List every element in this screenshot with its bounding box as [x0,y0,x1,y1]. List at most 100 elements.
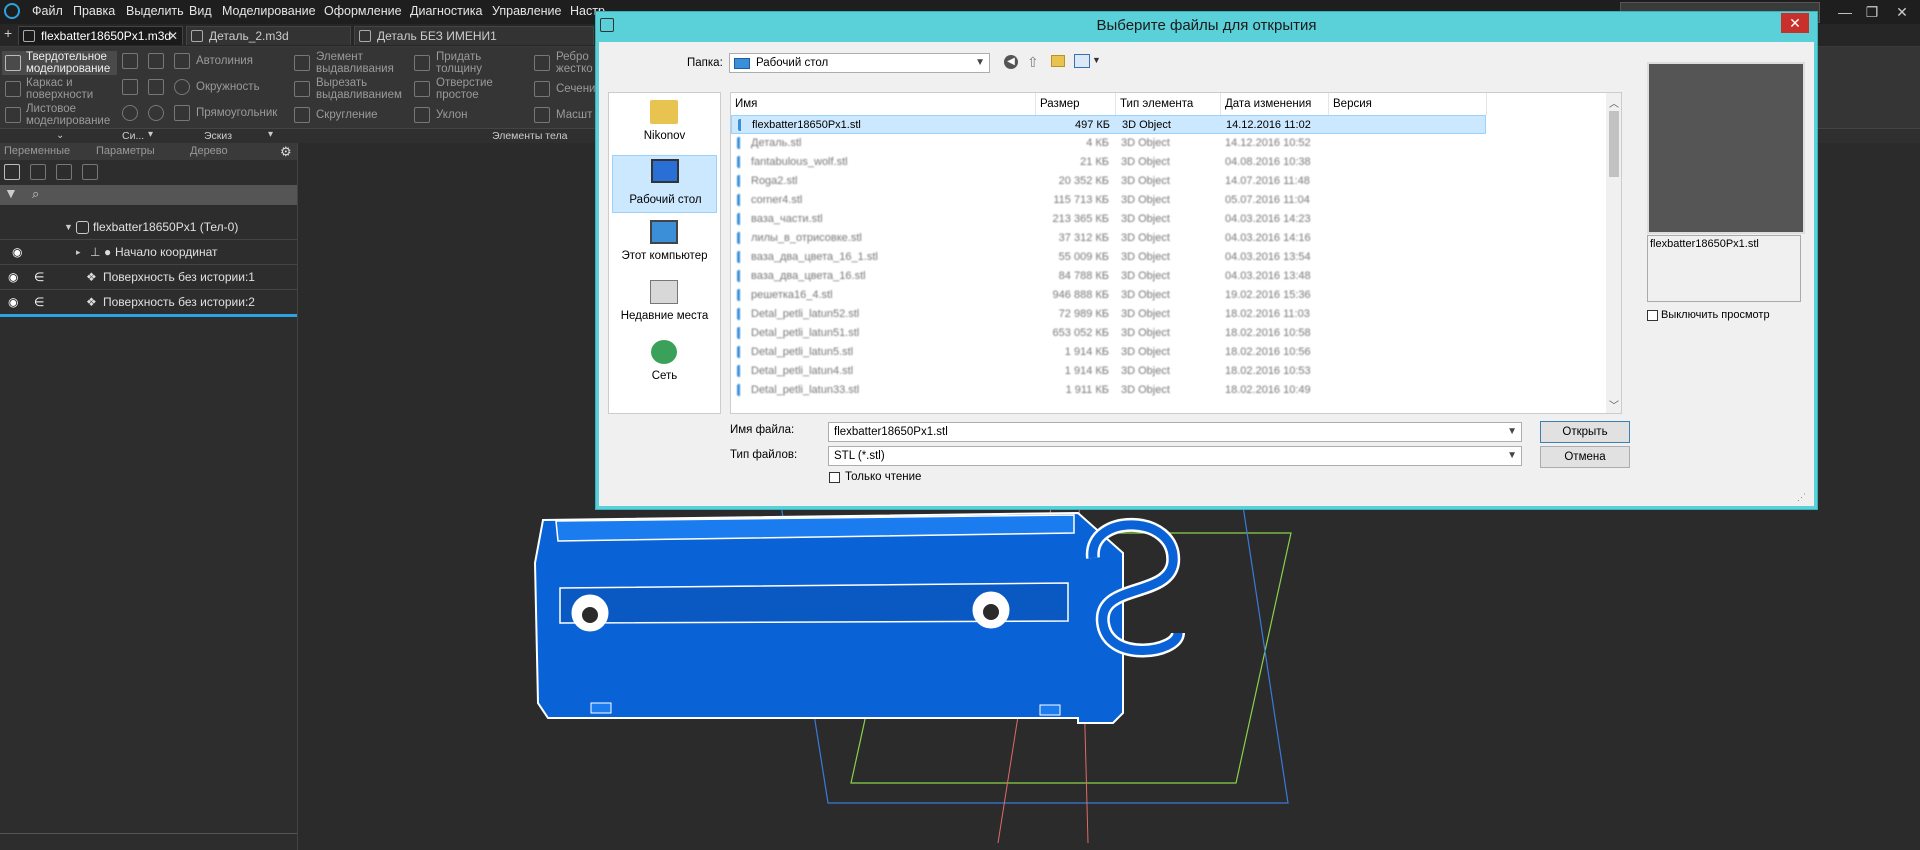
file-row[interactable]: Detal_petli_latun52.stl 72 989 КБ 3D Objec… [731,305,1486,324]
tree-root-row[interactable]: ▼ flexbatter18650Px1 (Тел-0) [0,215,297,240]
file-row[interactable]: corner4.stl 115 713 КБ 3D Object 05.07.2016… [731,191,1486,210]
section-button[interactable]: Сечени [534,77,595,101]
copy-icon[interactable] [148,79,164,95]
include-icon[interactable]: ∈ [34,265,44,289]
mode-solid[interactable]: Твердотельное моделирование [2,51,117,75]
close-app-button[interactable]: ✕ [1885,2,1919,22]
file-row[interactable]: ваза_части.stl 213 365 КБ 3D Object 04.03.2… [731,210,1486,229]
scrollbar-thumb[interactable] [1609,111,1619,177]
file-row[interactable]: Detal_petli_latun4.stl 1 914 КБ 3D Object 1… [731,362,1486,381]
structure-icon[interactable] [30,164,46,180]
place-desktop[interactable]: Рабочий стол [612,155,717,213]
filter-icon[interactable]: ▼ [4,185,18,201]
tab-tree[interactable]: Дерево [190,145,228,157]
undo-icon[interactable] [122,105,138,121]
file-row[interactable]: Detal_petli_latun51.stl 653 052 КБ 3D Obje… [731,324,1486,343]
column-version[interactable]: Версия [1329,93,1487,115]
column-size[interactable]: Размер [1036,93,1116,115]
scroll-down-icon[interactable]: ﹀ [1609,397,1619,412]
menu-modeling[interactable]: Моделирование [222,4,316,18]
eye-icon[interactable]: ◉ [8,290,18,314]
filename-input[interactable]: flexbatter18650Px1.stl ▼ [828,422,1522,442]
back-icon[interactable]: ◀ [1004,55,1018,69]
group-dropdown-icon[interactable]: ▾ [148,129,153,140]
place-nikonov[interactable]: Nikonov [612,97,717,149]
file-row[interactable]: лилы_в_отрисовке.stl 37 312 КБ 3D Object 04… [731,229,1486,248]
file-row[interactable]: flexbatter18650Px1.stl 497 КБ 3D Object 14.… [731,115,1486,134]
cancel-button[interactable]: Отмена [1540,446,1630,468]
tree-origin-row[interactable]: ◉ ▸ ⊥ ● Начало координат [0,240,297,265]
file-row[interactable]: Деталь.stl 4 КБ 3D Object 14.12.2016 10:52 [731,134,1486,153]
column-name[interactable]: Имя [731,93,1036,115]
file-row[interactable]: Detal_petli_latun5.stl 1 914 КБ 3D Object 1… [731,343,1486,362]
folder-select[interactable]: Рабочий стол ▼ [729,53,990,73]
file-row[interactable]: ваза_два_цвета_16.stl 84 788 КБ 3D Object 0… [731,267,1486,286]
cut-extrude-button[interactable]: Вырезать выдавливанием [294,77,406,101]
disable-preview-label[interactable]: Выключить просмотр [1661,309,1770,321]
new-file-icon[interactable] [122,53,138,69]
tab-parameters[interactable]: Параметры [96,145,155,157]
mode-wireframe[interactable]: Каркас и поверхности [2,77,117,101]
kompas-logo-icon[interactable] [4,3,20,19]
rectangle-button[interactable]: Прямоугольник [174,105,284,123]
scale-button[interactable]: Масшт [534,103,594,127]
hole-button[interactable]: Отверстие простое [414,77,524,101]
save-icon[interactable] [148,53,164,69]
menu-diagnostics[interactable]: Диагностика [410,4,482,18]
close-tab-icon[interactable]: ✕ [168,27,178,46]
tab-variables[interactable]: Переменные [4,145,70,157]
open-button[interactable]: Открыть [1540,421,1630,443]
add-tab-icon[interactable]: + [4,25,12,41]
group-label-sketch[interactable]: Эскиз [204,130,232,142]
restore-button[interactable]: ❐ [1855,2,1889,22]
circle-button[interactable]: Окружность [174,79,284,97]
draft-button[interactable]: Уклон [414,103,524,127]
view-menu-icon[interactable] [1074,54,1090,68]
redo-icon[interactable] [148,105,164,121]
collapse-icon[interactable]: ▼ [64,215,73,239]
search-icon[interactable]: ⌕ [32,186,39,202]
eye-icon[interactable]: ◉ [12,240,22,264]
new-folder-icon[interactable] [1051,55,1065,67]
column-date[interactable]: Дата изменения [1221,93,1329,115]
filetype-select[interactable]: STL (*.stl) ▼ [828,446,1522,466]
dialog-close-button[interactable]: ✕ [1781,13,1809,33]
eye-icon[interactable]: ◉ [8,265,18,289]
chevron-down-icon[interactable]: ▼ [1507,447,1517,465]
autoline-button[interactable]: Автолиния [174,53,284,71]
menu-manage[interactable]: Управление [492,4,562,18]
group-label-body[interactable]: Элементы тела [492,130,567,142]
readonly-checkbox[interactable] [829,472,840,483]
place-computer[interactable]: Этот компьютер [612,217,717,269]
fillet-button[interactable]: Скругление [294,103,406,127]
resize-grip-icon[interactable]: ⋰ [1797,492,1806,503]
expand-icon[interactable]: ▸ [76,240,81,264]
vertical-scrollbar[interactable]: ︿ ﹀ [1606,93,1621,413]
chevron-down-icon[interactable]: ▼ [1092,55,1101,65]
group-label-system[interactable]: Си... [122,130,144,142]
include-icon[interactable]: ∈ [34,290,44,314]
menu-view[interactable]: Вид [189,4,212,18]
group-dropdown-icon[interactable]: ▾ [268,129,273,140]
tree-surface1-row[interactable]: ◉ ∈ ❖ Поверхность без истории:1 [0,265,297,290]
column-type[interactable]: Тип элемента [1116,93,1221,115]
place-recent[interactable]: Недавние места [612,277,717,329]
file-row[interactable]: Roga2.stl 20 352 КБ 3D Object 14.07.2016 11… [731,172,1486,191]
chevron-down-icon[interactable]: ▼ [1507,423,1517,441]
extrude-button[interactable]: Элемент выдавливания [294,51,406,75]
file-row[interactable]: Detal_petli_latun33.stl 1 911 КБ 3D Object… [731,381,1486,400]
readonly-label[interactable]: Только чтение [845,471,921,483]
file-row[interactable]: решетка16_4.stl 946 888 КБ 3D Object 19.02.… [731,286,1486,305]
file-row[interactable]: ваза_два_цвета_16_1.stl 55 009 КБ 3D Objec… [731,248,1486,267]
file-row[interactable]: fantabulous_wolf.stl 21 КБ 3D Object 04.08.… [731,153,1486,172]
menu-select[interactable]: Выделить [126,4,184,18]
scroll-up-icon[interactable]: ︿ [1609,95,1619,110]
menu-design[interactable]: Оформление [324,4,402,18]
tree-view-icon[interactable] [4,164,20,180]
menu-edit[interactable]: Правка [73,4,115,18]
file-list[interactable]: Имя Размер Тип элемента Дата изменения В… [730,92,1622,414]
tab-flexbatter[interactable]: flexbatter18650Px1.m3d ✕ [18,26,183,45]
settings-gear-icon[interactable]: ⚙ [280,144,292,160]
menu-file[interactable]: Файл [32,4,63,18]
tree-surface2-row[interactable]: ◉ ∈ ❖ Поверхность без истории:2 [0,290,297,317]
